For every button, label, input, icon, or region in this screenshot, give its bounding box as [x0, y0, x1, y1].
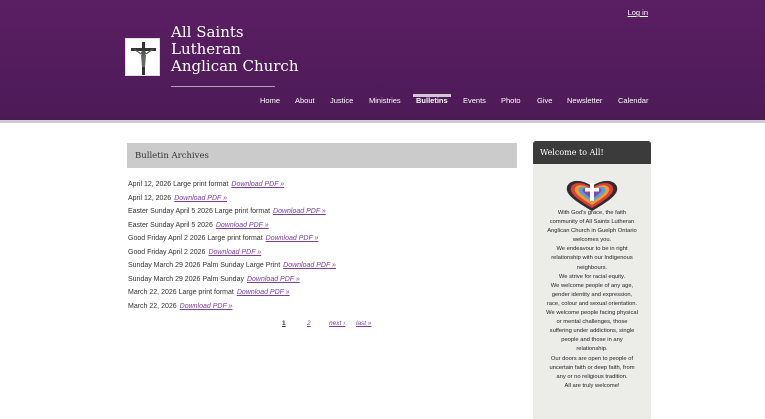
list-item: Sunday March 29 2026 Palm Sunday Download… — [128, 275, 518, 289]
nav-item-about[interactable]: About — [295, 96, 315, 105]
header-divider — [0, 120, 765, 123]
nav-item-newsletter[interactable]: Newsletter — [567, 96, 602, 105]
bulletin-list: April 12, 2026 Large print format Downloa… — [128, 180, 518, 315]
nav-item-bulletins[interactable]: Bulletins — [416, 96, 448, 105]
welcome-line: All are truly welcome! — [564, 382, 620, 389]
crucifix-icon — [131, 42, 156, 75]
church-name-line-1: All Saints — [171, 23, 244, 41]
bulletin-label: April 12, 2026 Large print format — [128, 181, 229, 188]
welcome-line: Anglican Church in Guelph Ontario — [547, 228, 637, 235]
download-pdf-link[interactable]: Download PDF » — [283, 262, 336, 269]
divider — [171, 86, 275, 87]
bulletin-label: April 12, 2026 — [128, 194, 172, 202]
welcome-line: relationship. — [576, 346, 608, 353]
welcome-sidebar: Welcome to All! With God’s grace, the fa… — [533, 141, 651, 419]
welcome-line: We welcome people of any age, — [550, 282, 634, 289]
download-pdf-link[interactable]: Download PDF » — [208, 249, 261, 256]
welcome-line: welcomes you. — [572, 237, 612, 244]
archive-title: Bulletin Archives — [135, 151, 209, 161]
archive-panel-header: Bulletin Archives — [127, 143, 517, 168]
church-name[interactable]: All Saints Lutheran Anglican Church — [171, 24, 299, 75]
list-item: March 22, 2026 Download PDF » — [128, 302, 518, 316]
welcome-line: With God’s grace, the faith — [557, 210, 627, 216]
welcome-line: people and those in any — [561, 337, 623, 344]
welcome-line: race, colour and sexual orientation. — [546, 300, 638, 307]
welcome-line: We endeavour to be in right — [556, 246, 628, 253]
welcome-line: Our doors are open to people of — [550, 355, 634, 362]
nav-item-photo[interactable]: Photo — [501, 96, 521, 105]
main-nav: Home About Justice Ministries Bulletins … — [0, 96, 765, 116]
list-item: Easter Sunday April 5 2026 Download PDF » — [128, 221, 518, 235]
download-pdf-link[interactable]: Download PDF » — [247, 276, 300, 283]
list-item: April 12, 2026 Download PDF » — [128, 194, 518, 208]
bulletin-label: Good Friday April 2 2026 Large print for… — [128, 235, 263, 242]
welcome-line: suffering under addictions, single — [549, 328, 635, 335]
download-pdf-link[interactable]: Download PDF » — [180, 303, 233, 310]
church-name-line-2: Lutheran — [171, 40, 241, 58]
download-pdf-link[interactable]: Download PDF » — [273, 208, 326, 215]
pager-next[interactable]: next › — [329, 320, 345, 327]
welcome-line: relationship with our Indigenous — [551, 255, 633, 262]
welcome-line: neighbours. — [576, 264, 608, 271]
bulletin-label: Easter Sunday April 5 2026 — [128, 221, 213, 229]
download-pdf-link[interactable]: Download PDF » — [174, 195, 227, 202]
download-pdf-link[interactable]: Download PDF » — [237, 289, 290, 296]
pager-last[interactable]: last » — [356, 320, 372, 327]
welcome-line: uncertain faith or deep faith, from — [549, 364, 635, 371]
list-item: Sunday March 29 2026 Palm Sunday Large P… — [128, 261, 518, 275]
nav-item-home[interactable]: Home — [260, 96, 280, 105]
login-link[interactable]: Log in — [628, 8, 648, 17]
welcome-line: We strive for racial equity. — [558, 273, 626, 280]
sidebar-header: Welcome to All! — [533, 141, 651, 164]
nav-item-calendar[interactable]: Calendar — [618, 96, 648, 105]
welcome-line: or mental challenges, those — [556, 319, 628, 326]
bulletin-label: Sunday March 29 2026 Palm Sunday — [128, 275, 244, 283]
welcome-line: community of All Saints Lutheran — [549, 219, 635, 226]
download-pdf-link[interactable]: Download PDF » — [216, 222, 269, 229]
list-item: April 12, 2026 Large print format Downloa… — [128, 180, 518, 194]
list-item: March 22, 2026 Large print format Downloa… — [128, 288, 518, 302]
welcome-text: With God’s grace, the faith community of… — [533, 209, 651, 391]
welcome-line: We welcome people facing physical — [546, 310, 638, 317]
church-logo[interactable] — [125, 38, 160, 76]
bulletin-label: March 22, 2026 Large print format — [128, 289, 234, 296]
church-name-line-3: Anglican Church — [171, 57, 299, 75]
list-item: Good Friday April 2 2026 Download PDF » — [128, 248, 518, 262]
download-pdf-link[interactable]: Download PDF » — [266, 235, 319, 242]
site-header: Log in All Saints Lutheran Anglican Chur… — [0, 0, 765, 120]
nav-item-justice[interactable]: Justice — [330, 96, 353, 105]
pager-current-page: 1 — [282, 320, 286, 327]
welcome-line: any or no religious tradition. — [556, 373, 628, 380]
welcome-line: gender identity and expression, — [551, 291, 633, 298]
bulletin-label: Easter Sunday April 5 2026 Large print f… — [128, 208, 271, 215]
bulletin-label: Sunday March 29 2026 Palm Sunday Large P… — [128, 262, 281, 269]
sidebar-title: Welcome to All! — [540, 148, 604, 157]
list-item: Good Friday April 2 2026 Large print for… — [128, 234, 518, 248]
pager-page-2[interactable]: 2 — [307, 320, 311, 327]
nav-item-ministries[interactable]: Ministries — [369, 96, 401, 105]
bulletin-label: Good Friday April 2 2026 — [128, 248, 206, 256]
list-item: Easter Sunday April 5 2026 Large print f… — [128, 207, 518, 221]
nav-item-events[interactable]: Events — [463, 96, 486, 105]
rainbow-heart-cross-icon — [566, 180, 618, 211]
nav-item-give[interactable]: Give — [537, 96, 552, 105]
download-pdf-link[interactable]: Download PDF » — [231, 181, 284, 188]
bulletin-label: March 22, 2026 — [128, 302, 177, 310]
